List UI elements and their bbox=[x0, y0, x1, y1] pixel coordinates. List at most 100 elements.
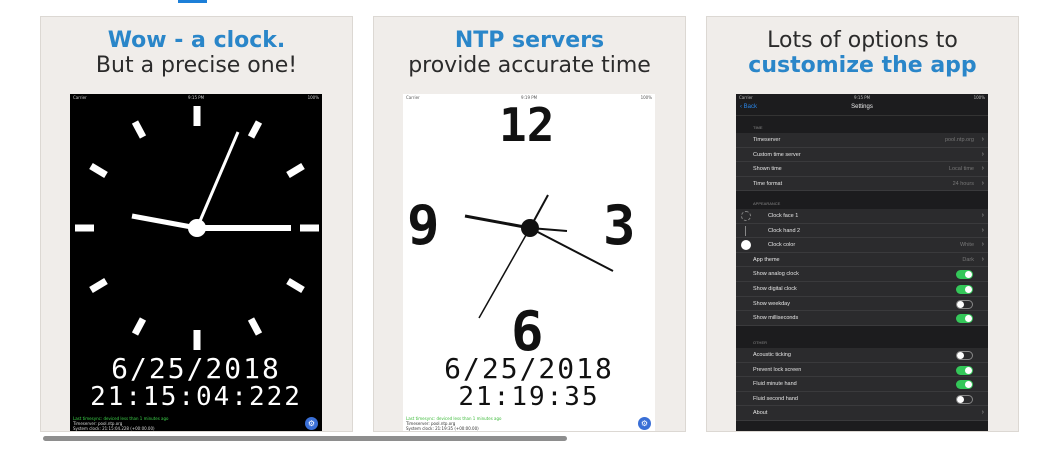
settings-row-show-digital-clock[interactable]: Show digital clock bbox=[736, 282, 988, 297]
toggle-knob bbox=[965, 381, 972, 389]
chevron-right-icon: › bbox=[981, 409, 984, 417]
toggle-switch[interactable] bbox=[956, 351, 973, 360]
screenshot-card-2[interactable]: NTP servers provide accurate time Carrie… bbox=[373, 16, 686, 432]
horizontal-scrollbar[interactable] bbox=[43, 436, 567, 441]
card-3-subtitle: customize the app bbox=[748, 53, 977, 78]
clock-center bbox=[188, 219, 206, 237]
settings-row-label: Time format bbox=[753, 180, 783, 187]
chevron-right-icon: › bbox=[981, 241, 984, 249]
settings-row-show-analog-clock[interactable]: Show analog clock bbox=[736, 267, 988, 282]
chevron-right-icon: › bbox=[981, 212, 984, 219]
settings-row-about[interactable]: About › bbox=[736, 406, 988, 421]
clock-face-icon bbox=[741, 211, 751, 221]
second-hand bbox=[195, 131, 240, 229]
settings-row-value: White bbox=[959, 242, 974, 249]
card-3-title: Lots of options to bbox=[767, 28, 958, 53]
toggle-switch[interactable] bbox=[956, 314, 973, 324]
chevron-right-icon: › bbox=[981, 226, 984, 234]
device-screen-settings: Carrier 9:15 PM 100% ‹ Back Settings TIM… bbox=[736, 94, 988, 431]
settings-row-label: About bbox=[753, 410, 768, 417]
settings-row-show-milliseconds[interactable]: Show milliseconds bbox=[736, 311, 988, 326]
settings-row-label: Prevent lock screen bbox=[753, 366, 802, 373]
settings-row-clock-face-1[interactable]: Clock face 1 › bbox=[736, 209, 988, 224]
gear-icon[interactable]: ⚙ bbox=[638, 417, 651, 430]
settings-row-label: Show milliseconds bbox=[753, 315, 799, 322]
system-clock-info: System clock: 21:15:04.228 (+00:00.00) bbox=[73, 426, 155, 431]
tick-2 bbox=[286, 162, 305, 179]
toggle-switch[interactable] bbox=[956, 299, 973, 309]
settings-row-clock-hand-2[interactable]: Clock hand 2 › bbox=[736, 223, 988, 239]
settings-row-value: 24 hours bbox=[952, 180, 974, 187]
settings-row-label: App theme bbox=[753, 256, 780, 263]
settings-row-fluid-second-hand[interactable]: Fluid second hand bbox=[736, 391, 988, 407]
tick-1 bbox=[247, 120, 263, 139]
settings-nav-bar: ‹ Back Settings bbox=[736, 102, 988, 116]
card-2-subtitle: provide accurate time bbox=[408, 53, 651, 78]
hour-hand bbox=[131, 213, 198, 231]
settings-row-fluid-minute-hand[interactable]: Fluid minute hand bbox=[736, 377, 988, 392]
clock-center bbox=[521, 219, 539, 237]
status-time: 9:15 PM bbox=[854, 95, 871, 100]
settings-row-label: Clock hand 2 bbox=[768, 227, 801, 234]
clock-hand-icon bbox=[745, 225, 746, 236]
settings-row-label: Fluid second hand bbox=[753, 395, 798, 402]
settings-row-value: Dark bbox=[962, 256, 974, 263]
section-appearance-header: APPEARANCE bbox=[753, 201, 781, 206]
settings-row-show-weekday[interactable]: Show weekday bbox=[736, 296, 988, 312]
hour-hand bbox=[464, 214, 531, 230]
gear-icon[interactable]: ⚙ bbox=[305, 417, 318, 430]
settings-row-acoustic-ticking[interactable]: Acoustic ticking bbox=[736, 348, 988, 363]
settings-row-label: Clock face 1 bbox=[768, 213, 799, 219]
settings-row-time-format[interactable]: Time format 24 hours › bbox=[736, 176, 988, 192]
settings-row-custom-time-server[interactable]: Custom time server › bbox=[736, 147, 988, 163]
toggle-knob bbox=[957, 300, 964, 308]
chevron-right-icon: › bbox=[981, 179, 984, 187]
tick-5 bbox=[247, 317, 263, 336]
toggle-switch[interactable] bbox=[956, 365, 973, 375]
second-hand bbox=[478, 227, 531, 319]
settings-row-label: Custom time server bbox=[753, 151, 801, 158]
card-2-title: NTP servers bbox=[454, 28, 605, 53]
card-1-subtitle: But a precise one! bbox=[95, 53, 298, 78]
tick-11 bbox=[131, 120, 147, 139]
toggle-switch[interactable] bbox=[956, 285, 973, 294]
chevron-right-icon: › bbox=[981, 150, 984, 158]
settings-row-label: Clock color bbox=[768, 242, 796, 249]
settings-row-shown-time[interactable]: Shown time Local time › bbox=[736, 162, 988, 177]
settings-row-label: Shown time bbox=[753, 166, 782, 173]
tick-4 bbox=[286, 277, 305, 294]
screenshot-card-1[interactable]: Wow - a clock. But a precise one! Carrie… bbox=[40, 16, 353, 432]
section-other-header: OTHER bbox=[753, 340, 767, 345]
toggle-switch[interactable] bbox=[956, 270, 973, 280]
settings-row-timeserver[interactable]: Timeserver pool.ntp.org › bbox=[736, 133, 988, 148]
digital-date: 6/25/2018 bbox=[444, 352, 614, 385]
settings-row-label: Fluid minute hand bbox=[753, 381, 797, 388]
toggle-knob bbox=[965, 286, 972, 293]
carrier-label: Carrier bbox=[739, 95, 753, 100]
settings-row-label: Timeserver bbox=[753, 137, 781, 143]
settings-row-label: Acoustic ticking bbox=[753, 352, 791, 358]
tick-10 bbox=[89, 162, 108, 179]
digital-date: 6/25/2018 bbox=[111, 352, 281, 385]
toggle-switch[interactable] bbox=[956, 394, 973, 404]
screenshot-card-3[interactable]: Lots of options to customize the app Car… bbox=[706, 16, 1019, 432]
toggle-switch[interactable] bbox=[956, 380, 973, 390]
section-time-header: TIME bbox=[753, 125, 763, 130]
toggle-knob bbox=[957, 395, 964, 403]
digital-time: 21:19:35 bbox=[458, 382, 600, 412]
settings-row-clock-color[interactable]: Clock color White › bbox=[736, 238, 988, 253]
toggle-knob bbox=[957, 352, 964, 359]
settings-row-value: pool.ntp.org bbox=[944, 137, 974, 143]
settings-row-app-theme[interactable]: App theme Dark › bbox=[736, 252, 988, 268]
color-swatch-icon bbox=[741, 240, 751, 251]
settings-row-value: Local time bbox=[948, 166, 974, 173]
device-screen-analog: Carrier 9:15 PM 100% 6/25/2018 21:15:04:… bbox=[70, 94, 322, 431]
digital-time: 21:15:04:222 bbox=[90, 382, 302, 412]
chevron-right-icon: › bbox=[981, 255, 984, 263]
settings-row-prevent-lock-screen[interactable]: Prevent lock screen bbox=[736, 362, 988, 378]
toggle-knob bbox=[965, 315, 972, 323]
chevron-right-icon: › bbox=[981, 165, 984, 173]
settings-title: Settings bbox=[851, 104, 873, 110]
battery-label: 100% bbox=[973, 95, 985, 100]
toggle-knob bbox=[965, 271, 972, 279]
